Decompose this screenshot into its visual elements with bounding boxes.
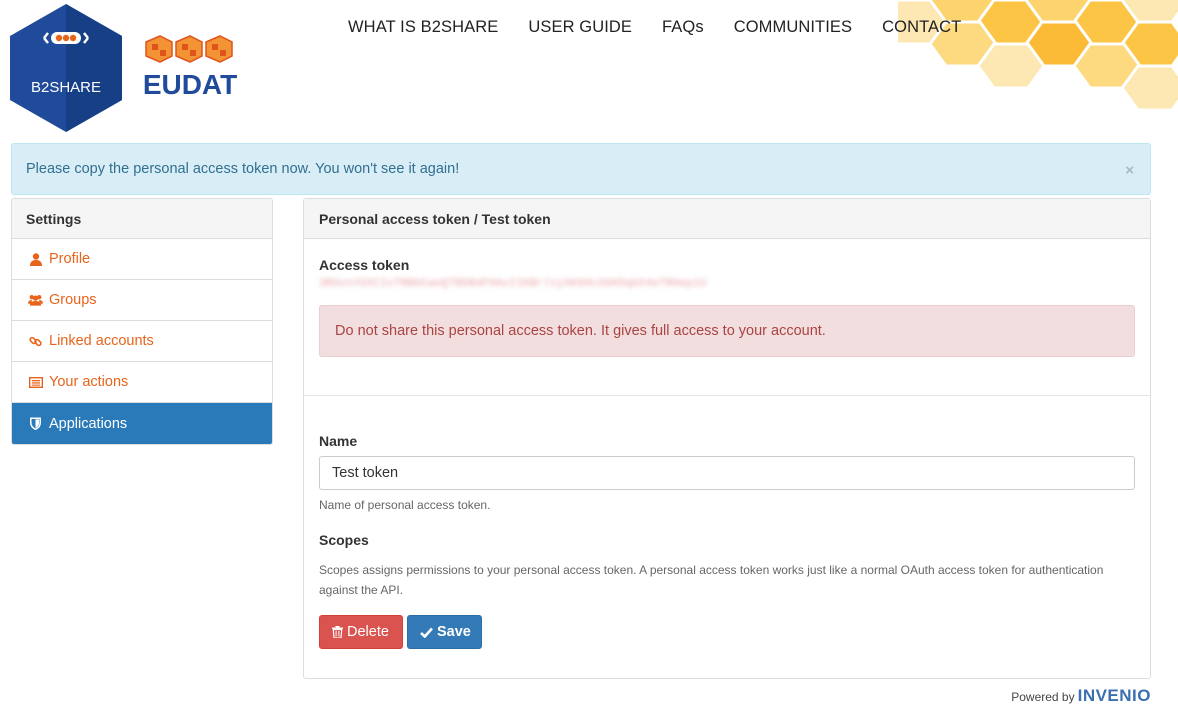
- powered-by: Powered by INVENIO: [1011, 686, 1151, 706]
- eudat-logo[interactable]: EUDAT: [138, 34, 248, 100]
- settings-sidebar: Settings Profile Groups Linked accounts …: [11, 198, 273, 445]
- token-warning: Do not share this personal access token.…: [319, 305, 1135, 357]
- list-icon: [28, 375, 43, 389]
- sidebar-item-applications[interactable]: Applications: [12, 403, 272, 444]
- token-name-input[interactable]: [319, 456, 1135, 490]
- nav-communities[interactable]: COMMUNITIES: [734, 18, 852, 37]
- b2share-logo-text: B2SHARE: [31, 79, 101, 96]
- token-panel: Personal access token / Test token Acces…: [303, 198, 1151, 679]
- sidebar-item-label: Profile: [49, 251, 91, 267]
- token-copy-notice-text: Please copy the personal access token no…: [26, 161, 460, 177]
- sidebar-item-label: Groups: [49, 292, 97, 308]
- eudat-logo-text: EUDAT: [143, 69, 237, 98]
- sidebar-item-your-actions[interactable]: Your actions: [12, 362, 272, 403]
- name-label: Name: [319, 433, 358, 449]
- scopes-help-text: Scopes assigns permissions to your perso…: [319, 563, 1104, 597]
- b2share-logo[interactable]: B2SHARE: [10, 4, 122, 132]
- scopes-label: Scopes: [319, 532, 369, 548]
- sidebar-item-label: Applications: [49, 415, 128, 432]
- shield-icon: [28, 417, 43, 431]
- nav-faqs[interactable]: FAQs: [662, 18, 704, 37]
- delete-button[interactable]: Delete: [319, 615, 403, 649]
- sidebar-item-label: Your actions: [49, 374, 129, 390]
- invenio-logo[interactable]: INVENIO: [1078, 686, 1151, 706]
- access-token-value[interactable]: 3RGvnYGXCIsTRBbCwoQTBDBdFHAvIIKBr7zyXK6H…: [319, 278, 707, 290]
- user-icon: [28, 252, 43, 266]
- section-divider: [304, 395, 1150, 396]
- close-icon[interactable]: ×: [1125, 162, 1134, 179]
- check-icon: [420, 627, 433, 638]
- name-help-text: Name of personal access token.: [319, 498, 491, 512]
- sidebar-item-linked-accounts[interactable]: Linked accounts: [12, 321, 272, 362]
- access-token-label: Access token: [319, 257, 410, 273]
- token-copy-notice: Please copy the personal access token no…: [11, 143, 1151, 195]
- top-nav: WHAT IS B2SHARE USER GUIDE FAQs COMMUNIT…: [348, 18, 991, 37]
- panel-title: Personal access token / Test token: [304, 199, 1150, 239]
- powered-by-label: Powered by: [1011, 690, 1075, 704]
- nav-what-is-b2share[interactable]: WHAT IS B2SHARE: [348, 18, 498, 37]
- save-button[interactable]: Save: [407, 615, 482, 649]
- sidebar-item-groups[interactable]: Groups: [12, 280, 272, 321]
- sidebar-heading: Settings: [12, 199, 272, 239]
- delete-button-label: Delete: [347, 624, 389, 640]
- nav-contact[interactable]: CONTACT: [882, 18, 961, 37]
- honeycomb-decoration: [898, 0, 1178, 110]
- users-icon: [28, 293, 43, 307]
- trash-icon: [332, 626, 343, 638]
- sidebar-item-label: Linked accounts: [49, 333, 154, 349]
- sidebar-item-profile[interactable]: Profile: [12, 239, 272, 280]
- save-button-label: Save: [437, 624, 471, 640]
- link-icon: [28, 334, 43, 348]
- nav-user-guide[interactable]: USER GUIDE: [528, 18, 632, 37]
